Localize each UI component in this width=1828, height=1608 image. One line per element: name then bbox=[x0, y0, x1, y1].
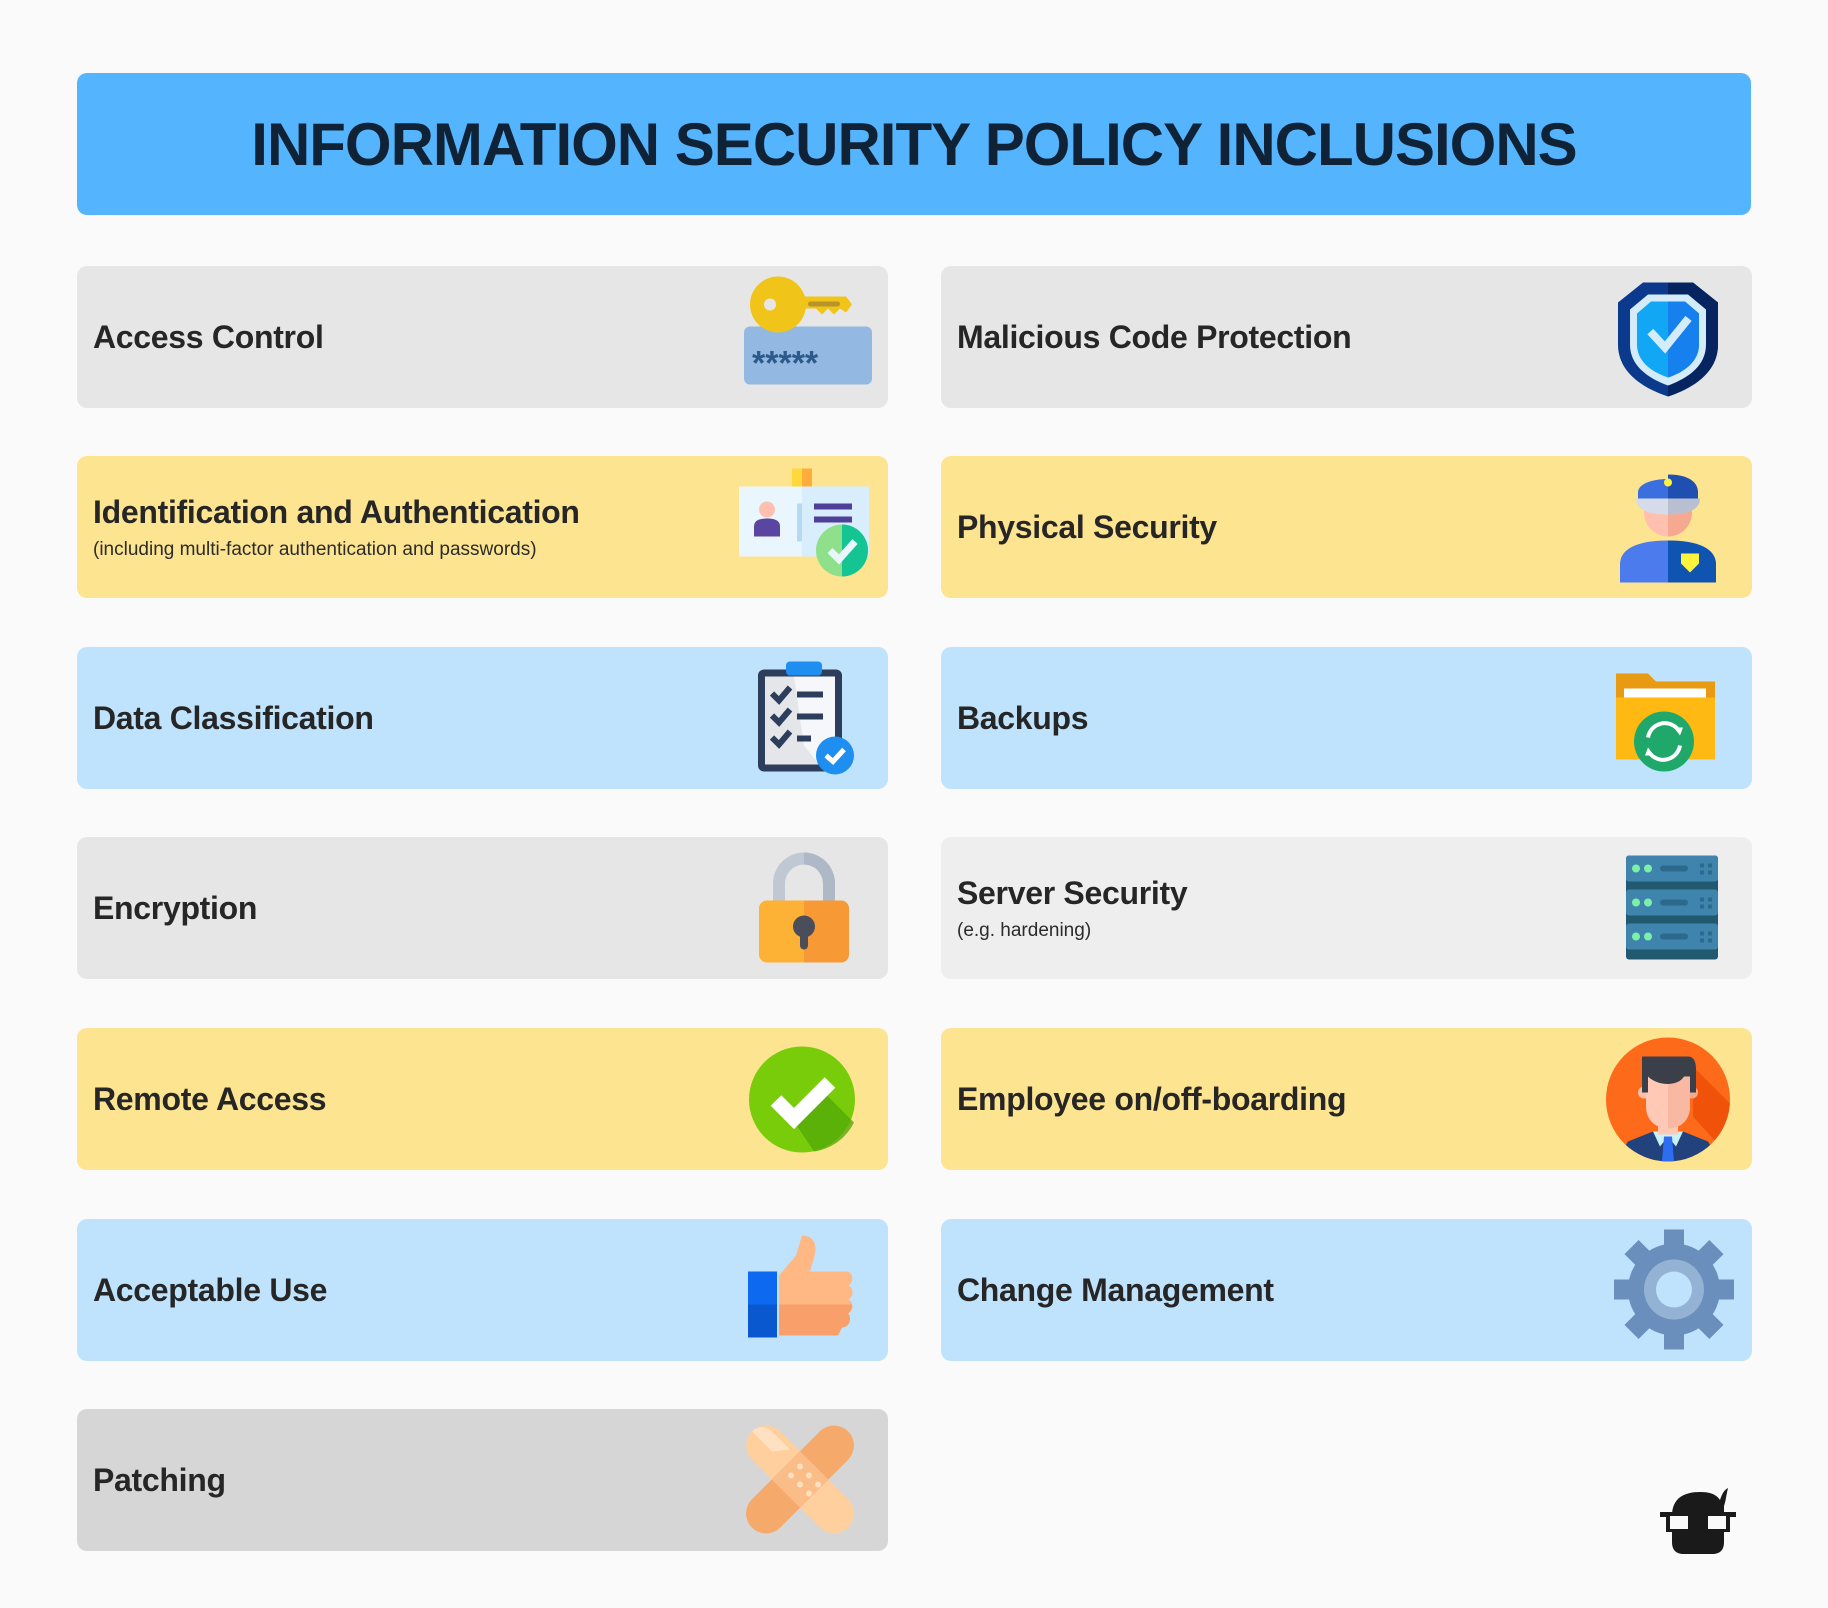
card-physical-security: Physical Security bbox=[941, 456, 1752, 598]
card-change-management: Change Management bbox=[941, 1219, 1752, 1361]
padlock-icon bbox=[734, 846, 874, 971]
card-acceptable-use: Acceptable Use bbox=[77, 1219, 888, 1361]
card-sublabel: (including multi-factor authentication a… bbox=[93, 538, 537, 560]
card-encryption: Encryption bbox=[77, 837, 888, 979]
card-label: Malicious Code Protection bbox=[957, 318, 1352, 355]
server-rack-icon bbox=[1598, 846, 1738, 971]
title-banner: INFORMATION SECURITY POLICY INCLUSIONS bbox=[77, 73, 1751, 215]
card-label: Data Classification bbox=[93, 699, 374, 736]
card-label: Acceptable Use bbox=[93, 1271, 328, 1308]
card-access-control: Access Control ***** bbox=[77, 266, 888, 408]
card-identification-authentication: Identification and Authentication (inclu… bbox=[77, 456, 888, 598]
card-label: Identification and Authentication bbox=[93, 493, 580, 530]
card-label: Backups bbox=[957, 699, 1089, 736]
page-title: INFORMATION SECURITY POLICY INCLUSIONS bbox=[251, 110, 1577, 178]
card-sublabel: (e.g. hardening) bbox=[957, 919, 1092, 941]
security-guard-icon bbox=[1598, 465, 1738, 590]
svg-text:*****: ***** bbox=[752, 345, 819, 383]
card-patching: Patching bbox=[77, 1409, 888, 1551]
card-backups: Backups bbox=[941, 647, 1752, 789]
id-card-check-icon bbox=[734, 465, 874, 590]
card-server-security: Server Security (e.g. hardening) bbox=[941, 837, 1752, 979]
card-remote-access: Remote Access bbox=[77, 1028, 888, 1170]
card-label: Server Security bbox=[957, 874, 1188, 911]
clipboard-checklist-icon bbox=[734, 656, 874, 781]
card-label: Employee on/off-boarding bbox=[957, 1080, 1347, 1117]
nerd-glasses-logo-icon bbox=[1658, 1486, 1738, 1556]
check-circle-icon bbox=[734, 1037, 874, 1162]
card-label: Physical Security bbox=[957, 508, 1217, 545]
card-malicious-code-protection: Malicious Code Protection bbox=[941, 266, 1752, 408]
folder-sync-icon bbox=[1598, 656, 1738, 781]
card-label: Change Management bbox=[957, 1271, 1274, 1308]
key-password-icon: ***** bbox=[734, 275, 874, 400]
bandage-icon bbox=[734, 1418, 874, 1543]
employee-avatar-icon bbox=[1598, 1037, 1738, 1162]
card-label: Patching bbox=[93, 1461, 226, 1498]
card-label: Remote Access bbox=[93, 1080, 327, 1117]
thumbs-up-icon bbox=[734, 1228, 874, 1353]
gear-icon bbox=[1598, 1228, 1738, 1353]
shield-check-icon bbox=[1598, 275, 1738, 400]
card-employee-onboarding: Employee on/off-boarding bbox=[941, 1028, 1752, 1170]
card-data-classification: Data Classification bbox=[77, 647, 888, 789]
card-label: Access Control bbox=[93, 318, 324, 355]
card-label: Encryption bbox=[93, 889, 258, 926]
